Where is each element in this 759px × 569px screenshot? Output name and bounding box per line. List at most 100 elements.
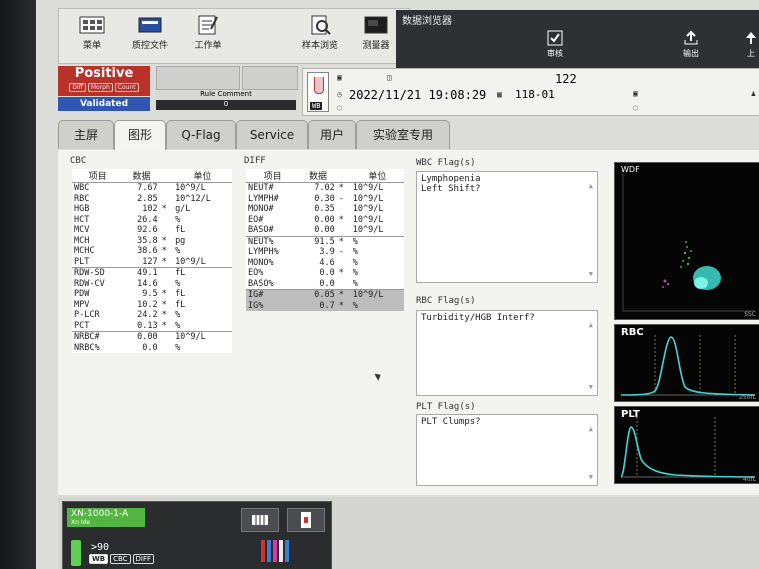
validate-button[interactable]: 审核 bbox=[532, 30, 578, 59]
tab-graph[interactable]: 图形 bbox=[114, 120, 166, 151]
cbc-cell-item: RDW-SD bbox=[72, 267, 124, 279]
diff-cell-value: 0.05 bbox=[299, 289, 337, 301]
sample-info-panel: WB ▣ ◫ 122 ◷ 2022/11/21 19:08:29 ▦ 118-0… bbox=[302, 68, 759, 116]
rbc-histogram[interactable]: RBC 250fL bbox=[614, 324, 759, 402]
analyzer-name-badge: XN-1000-1-A Xn Ide bbox=[67, 508, 145, 527]
scroll-up-icon[interactable]: ▲ bbox=[589, 321, 593, 329]
tab-lab-only[interactable]: 实验室专用 bbox=[356, 120, 450, 149]
comment-box-1 bbox=[156, 66, 240, 90]
cbc-row: MPV 10.2 * fL bbox=[72, 300, 232, 311]
menu-button[interactable]: 菜单 bbox=[67, 15, 117, 61]
diff-row: LYMPH# 0.30-10^9/L bbox=[246, 194, 404, 205]
plt-flag-box[interactable]: PLT Clumps? ▲ ▼ bbox=[416, 414, 598, 486]
qc-file-button[interactable]: 质控文件 bbox=[125, 15, 175, 61]
analyzer-sub: Xn Ide bbox=[71, 519, 91, 526]
tube-type: WB bbox=[310, 102, 323, 110]
tab-bar: 主屏 图形 Q-Flag Service 用户 实验室专用 bbox=[58, 118, 759, 152]
diff-cell-item: EO% bbox=[248, 268, 264, 278]
tab-main[interactable]: 主屏 bbox=[58, 120, 114, 149]
cbc-cell-item: RBC bbox=[74, 193, 90, 204]
wbc-flag-title: WBC Flag(s) bbox=[416, 158, 476, 168]
cbc-cell-value: 0.13 bbox=[137, 320, 158, 331]
diff-cell-mark: * bbox=[336, 300, 351, 311]
diff-chip: Diff bbox=[69, 83, 86, 92]
tab-service[interactable]: Service bbox=[236, 120, 308, 149]
export-label: 输出 bbox=[683, 49, 699, 58]
sample-count: >90 bbox=[91, 542, 110, 553]
cbc-cell-mark bbox=[160, 279, 173, 290]
plt-histogram[interactable]: PLT 40fL bbox=[614, 406, 759, 484]
export-button[interactable]: 输出 bbox=[668, 30, 714, 59]
qc-file-label: 质控文件 bbox=[131, 41, 168, 51]
cbc-cell-value: 14.6 bbox=[137, 278, 158, 289]
rule-comment-value: 0 bbox=[156, 100, 296, 110]
diff-row: LYMPH% 3.9-% bbox=[246, 247, 404, 258]
diff-cell-value: 7.02 bbox=[314, 183, 335, 193]
sample-explorer-button[interactable]: 样本浏览 bbox=[295, 15, 345, 61]
analyzer-status[interactable]: XN-1000-1-A Xn Ide >90 WB CBC DIFF bbox=[62, 501, 332, 569]
cbc-cell-mark: * bbox=[161, 204, 167, 214]
diff-cell-item: EO# bbox=[248, 214, 264, 225]
rbc-flag-box[interactable]: Turbidity/HGB Interf? ▲ ▼ bbox=[416, 310, 598, 396]
scroll-down-icon[interactable]: ▼ bbox=[589, 270, 593, 278]
rbc-axis-label: 250fL bbox=[739, 394, 756, 401]
plt-flag-title: PLT Flag(s) bbox=[416, 402, 476, 412]
sample-explorer-icon bbox=[311, 15, 331, 35]
cbc-row: PDW 9.5 * fL bbox=[72, 289, 232, 300]
cbc-cell-item: PLT bbox=[74, 256, 90, 267]
reagent-icon bbox=[252, 515, 268, 525]
diff-cell-mark: * bbox=[336, 235, 351, 247]
cbc-cell-mark bbox=[160, 194, 173, 205]
cbc-col-unit: 单位 bbox=[173, 169, 232, 183]
cbc-cell-mark: * bbox=[161, 256, 167, 267]
scroll-up-icon[interactable]: ▲ bbox=[589, 425, 593, 433]
scroll-down-icon[interactable]: ▼ bbox=[589, 383, 593, 391]
diff-cell-value: 3.9 bbox=[319, 247, 335, 257]
scroll-up-icon[interactable]: ▲ bbox=[589, 182, 593, 190]
diff-col-unit: 单位 bbox=[350, 169, 404, 183]
scroll-down-icon[interactable]: ▼ bbox=[589, 473, 593, 481]
tab-user[interactable]: 用户 bbox=[308, 120, 356, 149]
device-button[interactable] bbox=[287, 508, 325, 532]
cbc-col-value: 数据 bbox=[123, 169, 160, 183]
previous-button[interactable]: 上 bbox=[728, 30, 759, 59]
cbc-cell-mark: * bbox=[161, 299, 167, 310]
cbc-cell-mark: * bbox=[161, 235, 167, 246]
cbc-cell-value: 9.5 bbox=[142, 289, 158, 299]
cbc-cell-item: NRBC# bbox=[72, 331, 124, 343]
qc-file-icon bbox=[138, 17, 162, 33]
diff-cell-value: 0.35 bbox=[314, 204, 335, 214]
menu-label: 菜单 bbox=[82, 41, 101, 51]
comment-box-2 bbox=[242, 66, 298, 90]
diff-cell-mark: * bbox=[338, 268, 344, 278]
cbc-cell-item: RDW-CV bbox=[74, 278, 105, 289]
diff-cell-value: 4.6 bbox=[319, 257, 335, 268]
reagent-button[interactable] bbox=[241, 508, 279, 532]
wdf-plot bbox=[622, 173, 755, 312]
arrow-up-icon bbox=[746, 32, 756, 44]
cbc-cell-value: 26.4 bbox=[137, 214, 158, 225]
diff-cell-item: MONO# bbox=[248, 204, 274, 214]
cbc-row: RDW-SD 49.1 fL bbox=[72, 267, 232, 279]
wb-tag: WB bbox=[89, 554, 109, 564]
diff-cell-value: 91.5 bbox=[299, 235, 337, 247]
previous-label: 上 bbox=[747, 49, 755, 58]
result-status: Positive Diff Morph Count Validated bbox=[58, 66, 150, 114]
cbc-cell-value: 10.2 bbox=[137, 299, 158, 310]
cbc-cell-unit: fL bbox=[175, 289, 186, 299]
progress-indicator bbox=[71, 540, 81, 566]
analyzer-button[interactable]: 测量器 bbox=[351, 15, 401, 61]
count-chip: Count bbox=[114, 83, 139, 92]
wdf-axis-label: SSC bbox=[744, 311, 756, 318]
tab-q-flag[interactable]: Q-Flag bbox=[166, 120, 236, 149]
plt-axis-label: 40fL bbox=[742, 476, 756, 483]
diff-cell-unit: % bbox=[352, 247, 358, 257]
cbc-col-item: 项目 bbox=[72, 169, 124, 183]
wdf-scattergram[interactable]: WDF SSC bbox=[614, 162, 759, 320]
wbc-flag-box[interactable]: Lymphopenia Left Shift? ▲ ▼ bbox=[416, 171, 598, 283]
diff-cell-mark bbox=[337, 258, 351, 269]
cbc-cell-mark bbox=[160, 183, 173, 194]
worklist-icon bbox=[198, 15, 218, 35]
cbc-cell-value: 38.6 bbox=[137, 246, 158, 256]
worklist-button[interactable]: 工作单 bbox=[183, 15, 233, 61]
